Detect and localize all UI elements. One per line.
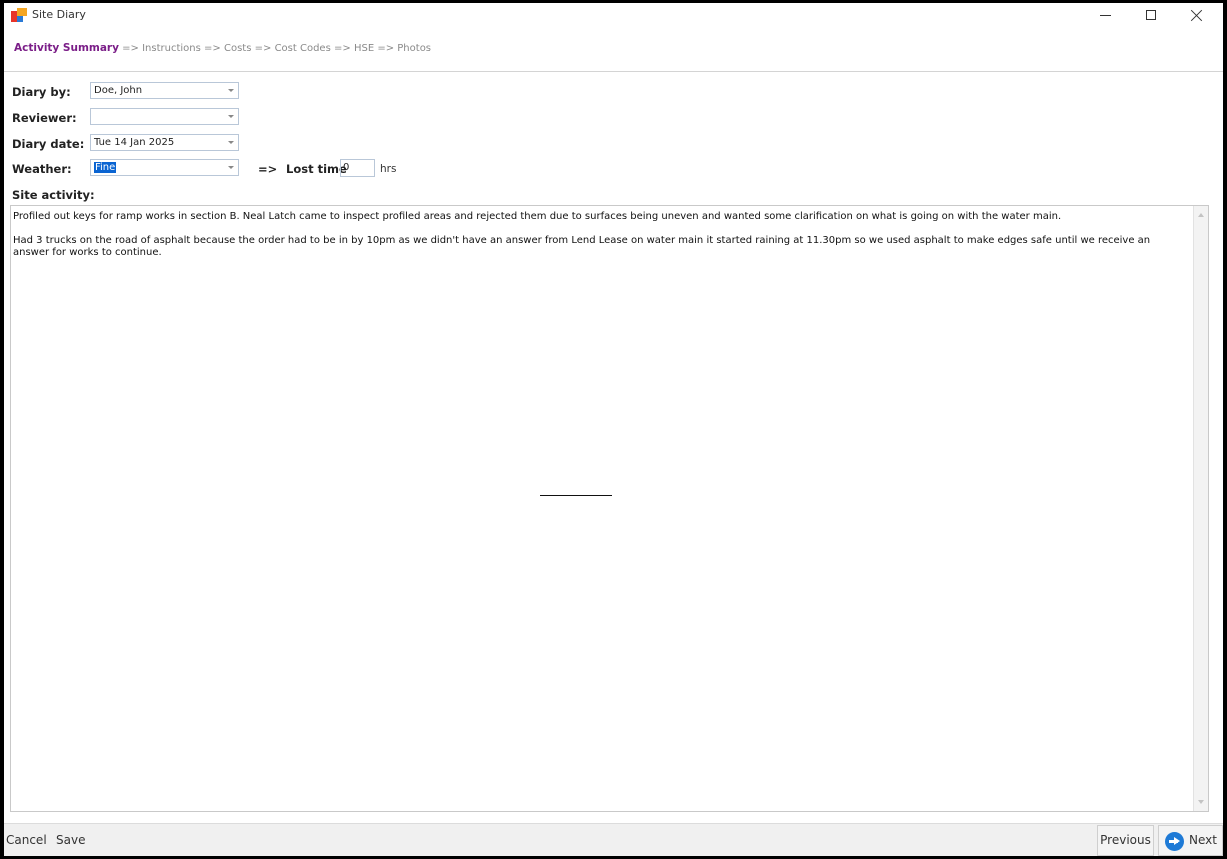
maximize-button[interactable] [1128, 3, 1174, 27]
lost-time-unit: hrs [380, 163, 397, 175]
diary-date-label: Diary date: [12, 137, 85, 151]
header-divider [4, 71, 1223, 72]
vertical-scrollbar[interactable] [1193, 206, 1208, 811]
reviewer-select[interactable] [90, 108, 239, 125]
lost-time-label: Lost time [286, 162, 347, 176]
scroll-up-icon[interactable] [1198, 213, 1204, 217]
weather-select[interactable]: Fine [90, 159, 239, 176]
diary-by-value: Doe, John [94, 85, 143, 96]
previous-button[interactable]: Previous [1097, 825, 1154, 856]
arrow-right-circle-icon [1165, 832, 1184, 851]
close-button[interactable] [1174, 3, 1220, 27]
divider-mark [540, 495, 612, 496]
save-button[interactable]: Save [56, 824, 85, 856]
diary-by-label: Diary by: [12, 85, 71, 99]
breadcrumb-activity-summary[interactable]: Activity Summary [14, 42, 119, 54]
site-activity-text: Profiled out keys for ramp works in sect… [13, 211, 1151, 258]
minimize-button[interactable] [1082, 3, 1128, 27]
breadcrumb-instructions[interactable]: Instructions [142, 43, 201, 54]
footer-bar: Cancel Save Previous Next [4, 823, 1223, 856]
site-activity-label: Site activity: [12, 188, 95, 202]
chevron-down-icon [228, 115, 234, 118]
weather-value: Fine [94, 162, 117, 173]
site-activity-textarea[interactable]: Profiled out keys for ramp works in sect… [10, 205, 1209, 812]
chevron-down-icon [228, 166, 234, 169]
scroll-down-icon[interactable] [1198, 800, 1204, 804]
reviewer-label: Reviewer: [12, 111, 77, 125]
site-diary-window: Site Diary Activity Summary => Instructi… [4, 3, 1223, 856]
close-icon [1191, 9, 1203, 21]
cancel-button[interactable]: Cancel [6, 824, 47, 856]
maximize-icon [1146, 10, 1156, 20]
breadcrumb-costs[interactable]: Costs [224, 43, 251, 54]
next-label: Next [1189, 833, 1217, 847]
breadcrumb-cost-codes[interactable]: Cost Codes [275, 43, 331, 54]
breadcrumb-photos[interactable]: Photos [397, 43, 431, 54]
breadcrumb-hse[interactable]: HSE [354, 43, 374, 54]
diary-date-select[interactable]: Tue 14 Jan 2025 [90, 134, 239, 151]
minimize-icon [1099, 14, 1111, 16]
lost-time-input[interactable]: 0 [340, 159, 375, 177]
window-title: Site Diary [32, 8, 86, 21]
title-bar: Site Diary [4, 3, 1223, 27]
next-button[interactable]: Next [1158, 825, 1223, 856]
diary-by-select[interactable]: Doe, John [90, 82, 239, 99]
lost-time-arrow: => [258, 162, 278, 176]
breadcrumb: Activity Summary => Instructions => Cost… [14, 42, 432, 54]
chevron-down-icon [228, 89, 234, 92]
diary-date-value: Tue 14 Jan 2025 [94, 137, 175, 148]
weather-label: Weather: [12, 162, 72, 176]
app-logo-icon [11, 8, 27, 23]
chevron-down-icon [228, 141, 234, 144]
